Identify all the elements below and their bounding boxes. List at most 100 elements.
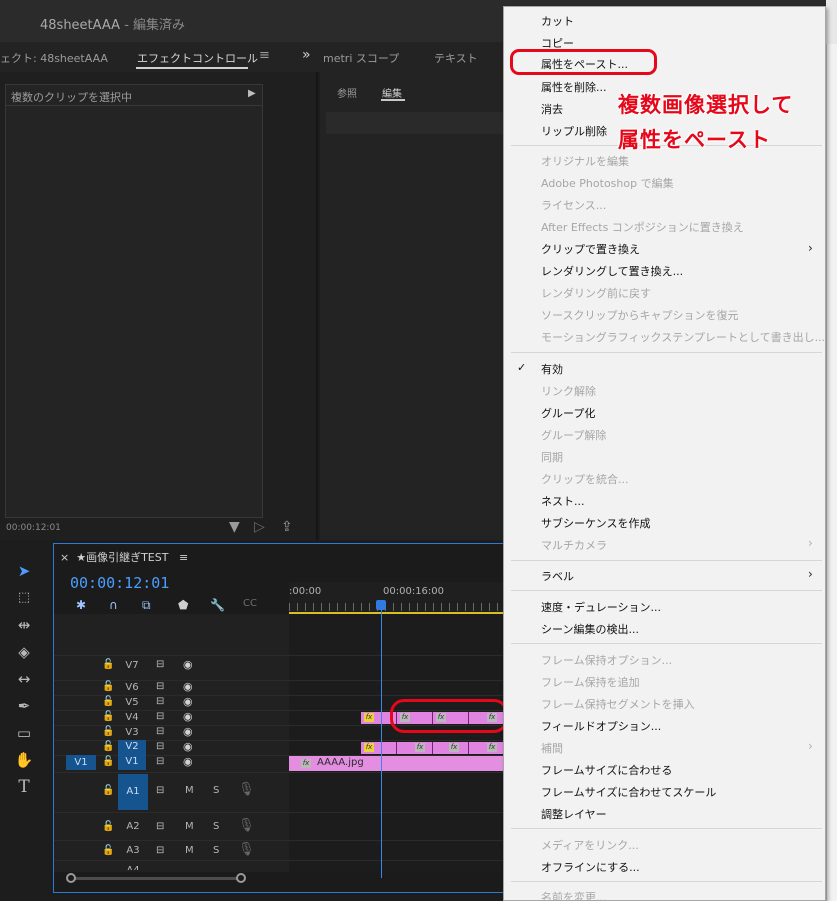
menu-item-link-media[interactable]: メディアをリンク... xyxy=(541,837,639,853)
play-audio-icon[interactable]: ▷ xyxy=(254,519,265,535)
menu-item-group[interactable]: グループ化 xyxy=(541,405,595,421)
menu-item-export-mogrt[interactable]: モーショングラフィックステンプレートとして書き出し... xyxy=(541,329,825,345)
playhead-handle[interactable] xyxy=(376,600,386,610)
timeline-zoom-scrollbar[interactable] xyxy=(66,873,246,883)
menu-item-set-to-frame-size[interactable]: フレームサイズに合わせる xyxy=(541,762,672,778)
sync-icon[interactable]: ⊟ xyxy=(156,821,164,832)
menu-item-license[interactable]: ライセンス... xyxy=(541,197,606,213)
eye-icon[interactable]: ◉ xyxy=(183,725,193,738)
hand-tool-icon[interactable]: ✋ xyxy=(12,749,36,771)
tab-effect-controls[interactable]: エフェクトコントロール xyxy=(137,50,258,66)
microphone-icon[interactable]: 🎙 xyxy=(238,842,255,857)
sync-icon[interactable]: ⊟ xyxy=(156,711,164,722)
lock-icon[interactable]: 🔓 xyxy=(102,696,114,707)
menu-item-cut[interactable]: カット xyxy=(541,13,574,29)
sync-icon[interactable]: ⊟ xyxy=(156,785,164,796)
add-marker-icon[interactable]: ⬟ xyxy=(178,598,188,612)
tab-project[interactable]: ェクト: 48sheetAAA xyxy=(0,50,108,66)
sequence-tab[interactable]: × ★画像引継ぎTEST ≡ xyxy=(60,549,188,565)
solo-button[interactable]: S xyxy=(213,845,219,856)
track-label-v7[interactable]: V7 xyxy=(118,659,146,673)
rectangle-tool-icon[interactable]: ▭ xyxy=(12,722,36,744)
eye-icon[interactable]: ◉ xyxy=(183,710,193,723)
solo-button[interactable]: S xyxy=(213,821,219,832)
mute-button[interactable]: M xyxy=(185,845,194,856)
pen-tool-icon[interactable]: ✒ xyxy=(12,695,36,717)
lock-icon[interactable]: 🔓 xyxy=(102,821,114,832)
lock-icon[interactable]: 🔓 xyxy=(102,681,114,692)
sync-icon[interactable]: ⊟ xyxy=(156,845,164,856)
track-label-v5[interactable]: V5 xyxy=(118,696,146,710)
menu-item-interpolation[interactable]: 補間 xyxy=(541,740,563,756)
mute-button[interactable]: M xyxy=(185,821,194,832)
ripple-edit-tool-icon[interactable]: ⇹ xyxy=(12,614,36,636)
menu-item-make-subsequence[interactable]: サブシーケンスを作成 xyxy=(541,515,650,531)
menu-item-scale-to-frame-size[interactable]: フレームサイズに合わせてスケール xyxy=(541,784,716,800)
menu-item-nest[interactable]: ネスト... xyxy=(541,493,585,509)
menu-item-frame-hold-options[interactable]: フレーム保持オプション... xyxy=(541,652,672,668)
clip-v2[interactable]: fx xyxy=(397,742,433,754)
track-label-a1[interactable]: A1 xyxy=(118,774,148,810)
track-label-v6[interactable]: V6 xyxy=(118,681,146,695)
selection-tool-icon[interactable]: ➤ xyxy=(12,560,36,582)
sync-icon[interactable]: ⊟ xyxy=(156,696,164,707)
menu-item-clear[interactable]: 消去 xyxy=(541,101,563,117)
sync-icon[interactable]: ⊟ xyxy=(156,741,164,752)
track-label-v3[interactable]: V3 xyxy=(118,726,146,740)
microphone-icon[interactable]: 🎙 xyxy=(238,818,255,833)
scrollbar-handle-left[interactable] xyxy=(66,873,76,883)
menu-item-ungroup[interactable]: グループ解除 xyxy=(541,427,606,443)
tab-text[interactable]: テキスト xyxy=(434,50,478,66)
sync-icon[interactable]: ⊟ xyxy=(156,681,164,692)
playhead-timecode[interactable]: 00:00:12:01 xyxy=(70,574,169,592)
menu-item-ripple-delete[interactable]: リップル削除 xyxy=(541,123,607,139)
clip-aaaa-jpg[interactable]: fx AAAA.jpg xyxy=(289,756,508,771)
menu-item-insert-frame-hold-segment[interactable]: フレーム保持セグメントを挿入 xyxy=(541,696,695,712)
lock-icon[interactable]: 🔓 xyxy=(102,741,114,752)
scrollbar-handle-right[interactable] xyxy=(236,873,246,883)
menu-item-adjustment-layer[interactable]: 調整レイヤー xyxy=(541,806,607,822)
snap-icon[interactable]: ∩ xyxy=(109,598,118,612)
more-tabs-icon[interactable]: » xyxy=(302,47,311,63)
menu-item-render-and-replace[interactable]: レンダリングして置き換え... xyxy=(541,263,683,279)
track-label-v4[interactable]: V4 xyxy=(118,711,146,725)
close-icon[interactable]: × xyxy=(60,551,69,564)
eye-icon[interactable]: ◉ xyxy=(183,680,193,693)
menu-item-multi-camera[interactable]: マルチカメラ xyxy=(541,537,607,553)
filter-icon[interactable]: ▼ xyxy=(229,519,240,535)
menu-item-merge-clips[interactable]: クリップを統合... xyxy=(541,471,629,487)
menu-item-label[interactable]: ラベル xyxy=(541,568,574,584)
tab-lumetri-scopes[interactable]: metri スコープ xyxy=(323,50,399,66)
tab-edit[interactable]: 編集 xyxy=(382,85,402,100)
type-tool-icon[interactable]: T xyxy=(12,776,36,798)
sync-icon[interactable]: ⊟ xyxy=(156,659,164,670)
mute-button[interactable]: M xyxy=(185,785,194,796)
eye-icon[interactable]: ◉ xyxy=(183,740,193,753)
menu-item-replace-with-clip[interactable]: クリップで置き換え xyxy=(541,241,640,257)
sequence-menu-icon[interactable]: ≡ xyxy=(179,551,188,564)
menu-item-add-frame-hold[interactable]: フレーム保持を追加 xyxy=(541,674,640,690)
captions-icon[interactable]: CC xyxy=(243,598,257,609)
track-label-v1[interactable]: V1 xyxy=(118,755,146,770)
export-icon[interactable]: ⇪ xyxy=(281,519,293,535)
microphone-icon[interactable]: 🎙 xyxy=(238,782,255,797)
lock-icon[interactable]: 🔓 xyxy=(102,845,114,856)
nest-toggle-icon[interactable]: ✱ xyxy=(76,598,86,612)
menu-item-speed-duration[interactable]: 速度・デュレーション... xyxy=(541,599,661,615)
menu-item-edit-in-photoshop[interactable]: Adobe Photoshop で編集 xyxy=(541,175,674,191)
sync-icon[interactable]: ⊟ xyxy=(156,756,164,767)
menu-item-synchronize[interactable]: 同期 xyxy=(541,449,563,465)
solo-button[interactable]: S xyxy=(213,785,219,796)
menu-item-unlink[interactable]: リンク解除 xyxy=(541,383,596,399)
linked-selection-icon[interactable]: ⧉ xyxy=(142,598,151,613)
eye-icon[interactable]: ◉ xyxy=(183,658,193,671)
menu-item-field-options[interactable]: フィールドオプション... xyxy=(541,718,661,734)
sync-icon[interactable]: ⊟ xyxy=(156,726,164,737)
track-label-v2[interactable]: V2 xyxy=(118,740,146,755)
track-label-a2[interactable]: A2 xyxy=(118,821,148,832)
lock-icon[interactable]: 🔓 xyxy=(102,756,114,767)
lock-icon[interactable]: 🔓 xyxy=(102,726,114,737)
wrench-icon[interactable]: 🔧 xyxy=(210,598,225,612)
source-patch-v1[interactable]: V1 xyxy=(66,755,96,770)
track-label-a3[interactable]: A3 xyxy=(118,845,148,856)
